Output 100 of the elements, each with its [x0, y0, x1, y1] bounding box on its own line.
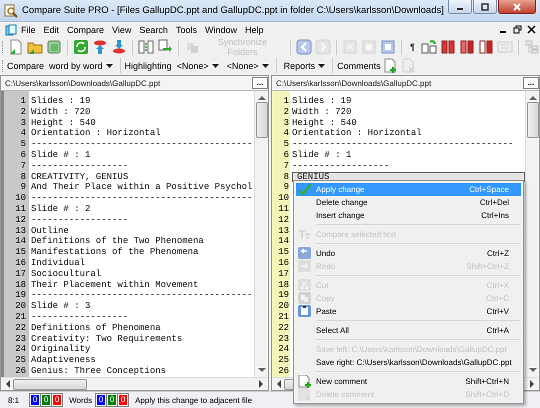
line-number: 22 — [14, 322, 26, 334]
line-number: 9 — [20, 182, 26, 194]
delete-comment-icon — [298, 388, 311, 401]
line-number: 10 — [277, 193, 289, 204]
text-line: Genius: Three Conceptions — [31, 366, 168, 377]
scroll-thumb[interactable] — [526, 102, 538, 138]
line-number: 2 — [20, 106, 26, 118]
close-icon — [512, 2, 522, 10]
scroll-left-icon[interactable] — [5, 380, 10, 388]
line-number: 8 — [20, 172, 26, 182]
close-button[interactable] — [498, 0, 536, 14]
text-line: Height : 540 — [292, 118, 358, 128]
vertical-scrollbar[interactable] — [254, 91, 268, 377]
restore-icon[interactable] — [513, 25, 522, 34]
new-document-icon[interactable] — [8, 39, 24, 55]
refresh-icon[interactable] — [72, 39, 89, 55]
scroll-up-icon[interactable] — [258, 95, 266, 100]
text-line: Slides : 19 — [31, 96, 92, 107]
arrow-up-icon[interactable] — [92, 39, 108, 55]
text-line: Adaptiveness — [31, 355, 97, 366]
menu-item[interactable]: Edit — [40, 24, 64, 34]
dropdown[interactable]: <None> — [174, 60, 222, 70]
dropdown[interactable]: word by word — [46, 60, 116, 70]
scroll-up-icon[interactable] — [528, 95, 536, 100]
arrow-left-icon[interactable] — [296, 39, 312, 55]
dropdown[interactable]: Reports — [280, 60, 328, 70]
scroll-right-icon[interactable] — [530, 380, 535, 388]
line-number: 26 — [14, 366, 26, 377]
file-path-field[interactable]: C:\Users\karlsson\Downloads\GallupDC.ppt — [276, 78, 523, 88]
file-path-field[interactable]: C:\Users\karlsson\Downloads\GallupDC.ppt — [5, 78, 252, 88]
menu-item[interactable]: Tools — [172, 24, 201, 34]
status-text: Words — [69, 396, 92, 404]
menu-item[interactable]: Paste Ctrl+V — [296, 305, 521, 318]
vertical-scrollbar[interactable] — [525, 91, 539, 377]
dropdown[interactable]: <None> — [224, 60, 272, 70]
scroll-down-icon[interactable] — [258, 368, 266, 373]
line-number: 18 — [14, 280, 26, 290]
browse-button[interactable]: ... — [252, 77, 268, 89]
menu-item[interactable]: View — [108, 24, 136, 34]
scroll-down-icon[interactable] — [528, 368, 536, 373]
menu-item[interactable]: New comment Shift+Ctrl+N — [296, 375, 521, 388]
line-number: 16 — [14, 258, 26, 269]
scroll-left-icon[interactable] — [276, 380, 281, 388]
documents-icon[interactable] — [46, 39, 62, 55]
maximize-button[interactable] — [472, 0, 497, 14]
book-icon[interactable] — [440, 39, 456, 55]
scroll-thumb[interactable] — [256, 102, 268, 138]
line-number: 10 — [14, 193, 26, 204]
count-badge: 0 — [52, 394, 62, 406]
menu-item[interactable]: Undo Ctrl+Z — [296, 247, 521, 260]
line-number: 25 — [277, 355, 289, 366]
menu-item[interactable]: Select All Ctrl+A — [296, 324, 521, 337]
line-number: 3 — [20, 118, 26, 128]
menu-item[interactable]: Compare — [63, 24, 108, 34]
text-line: Their Placement within Movement — [31, 280, 200, 290]
caret-icon — [262, 64, 269, 68]
line-number: 12 — [14, 214, 26, 226]
add-comment-icon[interactable] — [382, 58, 399, 74]
document-arrow-icon[interactable] — [156, 39, 173, 55]
scroll-thumb[interactable] — [13, 378, 87, 390]
menu-item[interactable]: Save right: C:\Users\karlsson\Downloads\GallupDC.ppt — [296, 356, 521, 369]
book-icon[interactable] — [478, 39, 494, 55]
line-number: 16 — [277, 258, 289, 269]
menu-item[interactable]: Insert change Ctrl+Ins — [296, 209, 521, 222]
text-line: Definitions of Phenomena — [31, 322, 162, 334]
document-icon[interactable] — [5, 24, 17, 36]
add-comment-icon — [298, 375, 311, 388]
page-icon[interactable] — [380, 39, 396, 55]
line-number: 5 — [20, 139, 26, 150]
menu-item[interactable]: File — [17, 24, 40, 34]
line-number: 26 — [277, 366, 289, 377]
paste-icon — [298, 305, 311, 318]
menu-item[interactable]: Window — [200, 24, 241, 34]
folders-icon — [186, 40, 200, 54]
window-title: Compare Suite PRO - [Files GallupDC.ppt and GallupDC.ppt in folder C:\Users\karlsson\Downloads] — [22, 5, 444, 16]
line-number: 17 — [277, 268, 289, 280]
line-number: 11 — [277, 204, 289, 215]
pilcrow-button[interactable]: ¶ — [407, 42, 418, 52]
scissors-icon — [298, 279, 311, 292]
undo-icon — [298, 247, 311, 260]
toolbar-label: Comments — [337, 60, 381, 70]
close-icon[interactable] — [527, 25, 536, 34]
scroll-right-icon[interactable] — [259, 380, 264, 388]
menu-item[interactable]: Delete change Ctrl+Del — [296, 196, 521, 209]
menu-item[interactable]: Help — [240, 24, 268, 34]
minimize-button[interactable] — [448, 0, 472, 14]
text-line: Sociocultural — [31, 268, 102, 280]
text-line: ----------------------------------------- — [31, 290, 254, 302]
columns-icon[interactable] — [138, 39, 154, 55]
line-number: 23 — [277, 334, 289, 344]
menu-item[interactable]: Search — [135, 24, 172, 34]
arrow-down-icon[interactable] — [110, 39, 127, 55]
browse-button[interactable]: ... — [523, 77, 539, 89]
book-icon[interactable] — [458, 39, 475, 55]
document-pair-icon[interactable] — [420, 39, 437, 55]
text-line: Slide # : 2 — [31, 204, 92, 215]
count-badge: 0 — [96, 394, 106, 406]
line-number: 7 — [20, 160, 26, 172]
horizontal-scrollbar[interactable] — [1, 377, 268, 390]
line-number: 14 — [277, 236, 289, 248]
